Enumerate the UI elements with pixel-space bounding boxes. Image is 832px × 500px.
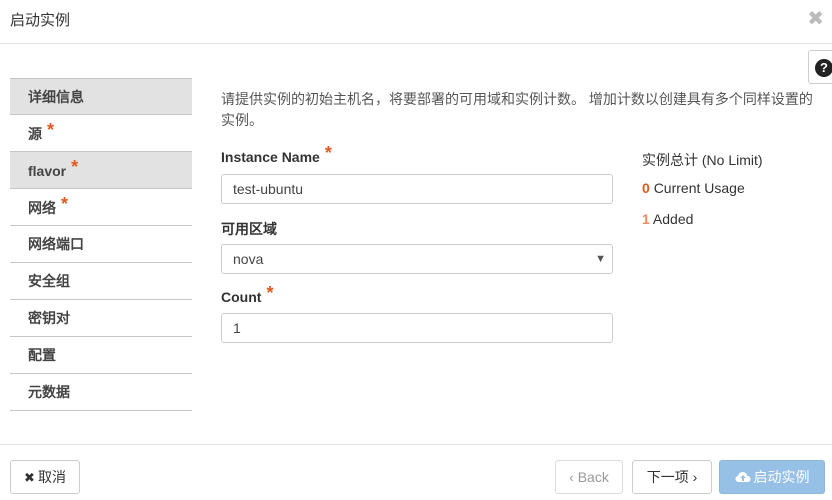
availability-zone-label: 可用区域 — [221, 221, 277, 237]
modal-footer: ✖ 取消 ‹ Back 下一项 › 启动实例 — [0, 444, 832, 500]
nav-item-security-groups[interactable]: 安全组 — [10, 263, 192, 300]
added-value: 1 — [642, 211, 650, 227]
nav-item-label: flavor — [28, 163, 67, 179]
close-icon: ✖ — [24, 470, 35, 485]
cloud-upload-icon — [735, 472, 750, 483]
nav-item-label: 网络端口 — [28, 236, 84, 252]
count-label: Count * — [221, 283, 274, 307]
required-marker: * — [324, 143, 332, 163]
current-usage-value: 0 — [642, 180, 650, 196]
nav-item-networks[interactable]: 网络 * — [10, 189, 192, 226]
step-description: 请提供实例的初始主机名，将要部署的可用域和实例计数。 增加计数以创建具有多个同样… — [221, 91, 813, 128]
required-marker: * — [47, 120, 55, 140]
caret-down-icon: ▼ — [595, 253, 606, 265]
launch-instance-button[interactable]: 启动实例 — [719, 460, 825, 494]
cancel-label: 取消 — [37, 469, 66, 485]
nav-item-label: 网络 — [28, 200, 56, 216]
help-button[interactable]: ? — [808, 50, 832, 84]
nav-item-source[interactable]: 源 * — [10, 115, 192, 152]
instance-name-input[interactable]: test-ubuntu — [221, 174, 613, 204]
modal-title: 启动实例 — [10, 12, 71, 29]
instance-name-label: Instance Name * — [221, 143, 332, 167]
close-icon[interactable]: ✖ — [807, 6, 824, 31]
count-input[interactable]: 1 — [221, 313, 613, 343]
nav-item-key-pair[interactable]: 密钥对 — [10, 300, 192, 337]
input-value: 1 — [233, 320, 241, 336]
added-label: Added — [652, 211, 694, 227]
availability-zone-select[interactable]: nova ▼ — [221, 244, 613, 274]
cancel-button[interactable]: ✖ 取消 — [10, 460, 80, 494]
select-value: nova — [233, 251, 264, 267]
nav-item-label: 安全组 — [28, 273, 70, 289]
input-value: test-ubuntu — [233, 181, 304, 197]
nav-item-metadata[interactable]: 元数据 — [10, 374, 192, 411]
instance-stats-title: 实例总计 (No Limit) — [642, 152, 763, 168]
launch-label: 启动实例 — [753, 469, 810, 485]
required-marker: * — [61, 194, 69, 214]
next-button[interactable]: 下一项 › — [632, 460, 712, 494]
nav-item-network-ports[interactable]: 网络端口 — [10, 226, 192, 263]
current-usage-row: 0 Current Usage — [642, 180, 745, 196]
back-button[interactable]: ‹ Back — [555, 460, 623, 494]
field-label-text: Count — [221, 289, 262, 305]
nav-item-label: 源 — [28, 126, 42, 142]
nav-item-configuration[interactable]: 配置 — [10, 337, 192, 374]
nav-item-details[interactable]: 详细信息 — [10, 78, 192, 115]
added-row: 1 Added — [642, 211, 693, 227]
modal-header: 启动实例 ✖ — [0, 0, 832, 44]
nav-item-label: 配置 — [28, 347, 56, 363]
wizard-nav: 详细信息 源 * flavor * 网络 * 网络端口 安全组 密钥对 配置 元数据 — [10, 78, 192, 411]
nav-item-label: 详细信息 — [28, 89, 84, 105]
field-label-text: Instance Name — [221, 149, 320, 165]
help-icon: ? — [815, 59, 832, 77]
required-marker: * — [71, 157, 79, 177]
nav-item-label: 元数据 — [28, 384, 70, 400]
nav-item-flavor[interactable]: flavor * — [10, 152, 192, 189]
nav-item-label: 密钥对 — [28, 310, 70, 326]
required-marker: * — [266, 283, 274, 303]
current-usage-label: Current Usage — [653, 180, 745, 196]
